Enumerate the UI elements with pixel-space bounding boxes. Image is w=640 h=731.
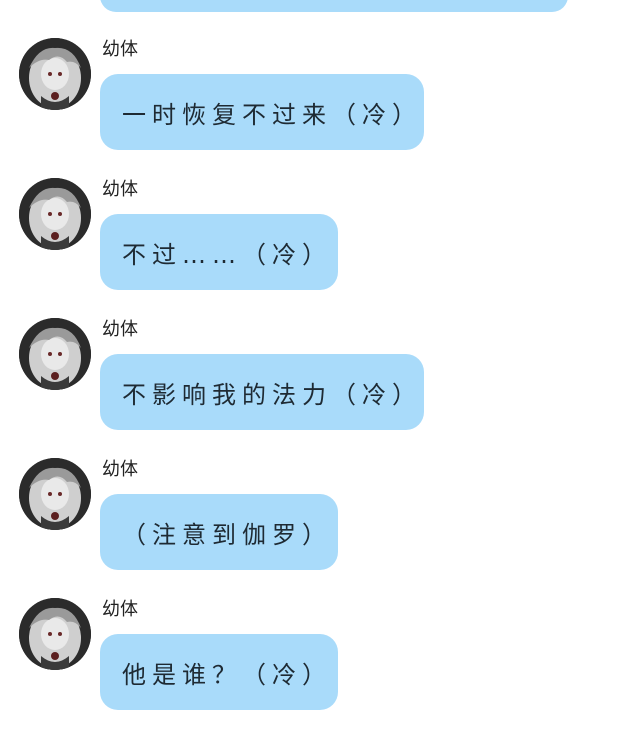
- previous-message-bubble[interactable]: [100, 0, 568, 12]
- message-bubble[interactable]: （注意到伽罗）: [100, 494, 338, 570]
- avatar[interactable]: [19, 318, 91, 390]
- sender-name: 幼体: [102, 179, 138, 200]
- message-row: 幼体 他是谁？（冷）: [0, 598, 640, 731]
- sender-name: 幼体: [102, 39, 138, 60]
- message-row: 幼体 一时恢复不过来（冷）: [0, 38, 640, 178]
- avatar[interactable]: [19, 38, 91, 110]
- message-text: 一时恢复不过来（冷）: [122, 100, 422, 129]
- message-text: 不过……（冷）: [122, 240, 332, 269]
- avatar[interactable]: [19, 458, 91, 530]
- message-row: 幼体 不过……（冷）: [0, 178, 640, 318]
- message-bubble[interactable]: 一时恢复不过来（冷）: [100, 74, 424, 150]
- message-text: 不影响我的法力（冷）: [122, 380, 422, 409]
- message-bubble[interactable]: 不影响我的法力（冷）: [100, 354, 424, 430]
- message-bubble[interactable]: 不过……（冷）: [100, 214, 338, 290]
- avatar[interactable]: [19, 178, 91, 250]
- sender-name: 幼体: [102, 459, 138, 480]
- message-row: 幼体 不影响我的法力（冷）: [0, 318, 640, 458]
- chat-view: 幼体 一时恢复不过来（冷） 幼体 不过……（冷） 幼体 不影响我的法力（冷） 幼…: [0, 0, 640, 731]
- sender-name: 幼体: [102, 319, 138, 340]
- message-bubble[interactable]: 他是谁？（冷）: [100, 634, 338, 710]
- avatar[interactable]: [19, 598, 91, 670]
- message-text: （注意到伽罗）: [122, 520, 332, 549]
- message-row: 幼体 （注意到伽罗）: [0, 458, 640, 598]
- sender-name: 幼体: [102, 599, 138, 620]
- message-text: 他是谁？（冷）: [122, 660, 332, 689]
